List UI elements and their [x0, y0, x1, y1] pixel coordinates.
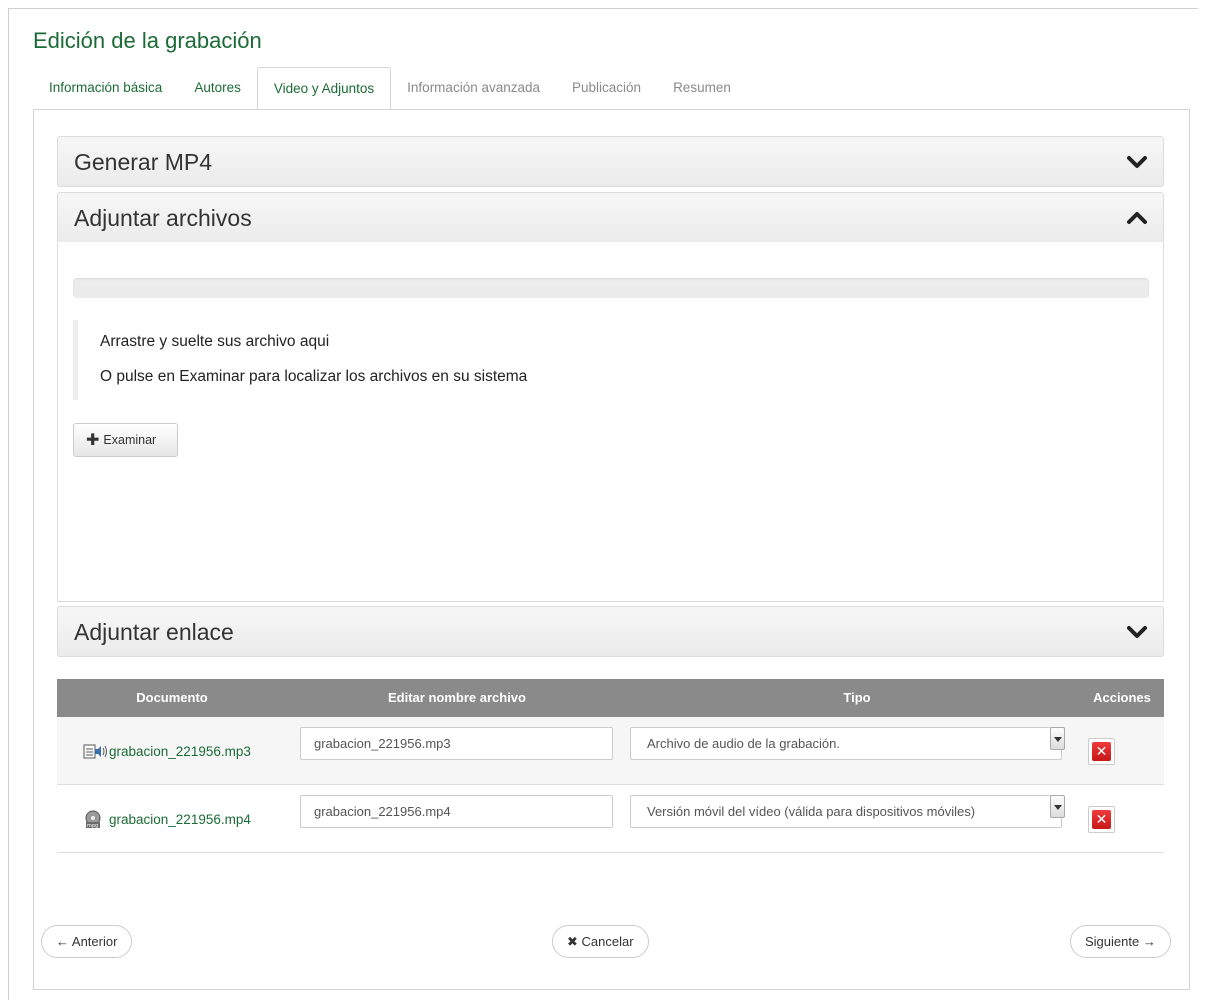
tab-informacion-basica[interactable]: Información básica: [33, 67, 178, 110]
type-select[interactable]: Versión móvil del vídeo (válida para dis…: [630, 795, 1062, 828]
document-link[interactable]: mpg grabacion_221956.mp4: [83, 785, 251, 853]
select-arrow-icon[interactable]: [1050, 727, 1065, 750]
cancel-button[interactable]: ✖ Cancelar: [552, 925, 649, 958]
accordion-generar-mp4[interactable]: Generar MP4: [57, 136, 1164, 187]
audio-file-icon: [83, 744, 107, 759]
accordion-title: Adjuntar archivos: [74, 205, 252, 231]
filename-input[interactable]: grabacion_221956.mp3: [300, 727, 613, 760]
plus-icon: ✚: [86, 432, 100, 449]
type-select[interactable]: Archivo de audio de la grabación.: [630, 727, 1062, 760]
delete-button[interactable]: ✕: [1088, 738, 1115, 765]
table-row: mpg grabacion_221956.mp4 grabacion_22195…: [57, 785, 1164, 853]
column-header-editar-nombre: Editar nombre archivo: [388, 690, 526, 705]
upload-progress-bar: [73, 278, 1149, 298]
examinar-label: Examinar: [103, 433, 157, 447]
filename-input[interactable]: grabacion_221956.mp4: [300, 795, 613, 828]
drop-zone[interactable]: Arrastre y suelte sus archivo aqui O pul…: [73, 320, 673, 400]
next-button[interactable]: Siguiente →: [1070, 925, 1171, 958]
video-file-icon: mpg: [85, 810, 101, 828]
delete-icon: ✕: [1092, 810, 1111, 829]
tab-resumen[interactable]: Resumen: [657, 67, 747, 110]
document-link[interactable]: grabacion_221956.mp3: [83, 717, 251, 785]
page-title: Edición de la grabación: [33, 28, 262, 53]
adjuntar-archivos-panel: Arrastre y suelte sus archivo aqui O pul…: [57, 242, 1164, 602]
column-header-tipo: Tipo: [843, 690, 871, 705]
select-arrow-icon[interactable]: [1050, 795, 1065, 818]
chevron-down-icon: [1127, 156, 1147, 168]
accordion-adjuntar-enlace[interactable]: Adjuntar enlace: [57, 606, 1164, 657]
browse-instruction: O pulse en Examinar para localizar los a…: [100, 368, 528, 385]
examinar-button[interactable]: ✚ Examinar: [73, 423, 178, 457]
previous-button[interactable]: ← Anterior: [41, 925, 133, 958]
cancel-icon: ✖: [567, 934, 578, 949]
document-name: grabacion_221956.mp3: [109, 743, 251, 759]
accordion-title: Adjuntar enlace: [74, 619, 234, 645]
chevron-down-icon: [1127, 626, 1147, 638]
accordion-title: Generar MP4: [74, 149, 213, 175]
tab-video-adjuntos[interactable]: Video y Adjuntos: [256, 67, 392, 110]
tab-publicacion[interactable]: Publicación: [556, 67, 657, 110]
drop-instruction: Arrastre y suelte sus archivo aqui: [100, 333, 330, 350]
column-header-acciones: Acciones: [1093, 690, 1151, 705]
accordion-adjuntar-archivos[interactable]: Adjuntar archivos: [57, 192, 1164, 243]
table-row: grabacion_221956.mp3 grabacion_221956.mp…: [57, 717, 1164, 785]
tab-bar: Información básica Autores Video y Adjun…: [33, 67, 747, 110]
tab-autores[interactable]: Autores: [178, 67, 257, 110]
table-header: Documento Editar nombre archivo Tipo Acc…: [57, 679, 1164, 717]
chevron-up-icon: [1127, 212, 1147, 224]
tab-informacion-avanzada[interactable]: Información avanzada: [391, 67, 556, 110]
document-name: grabacion_221956.mp4: [109, 811, 251, 827]
delete-button[interactable]: ✕: [1088, 806, 1115, 833]
column-header-documento: Documento: [136, 690, 208, 705]
svg-text:mpg: mpg: [87, 823, 98, 828]
delete-icon: ✕: [1092, 742, 1111, 761]
cancel-label: Cancelar: [581, 934, 634, 949]
